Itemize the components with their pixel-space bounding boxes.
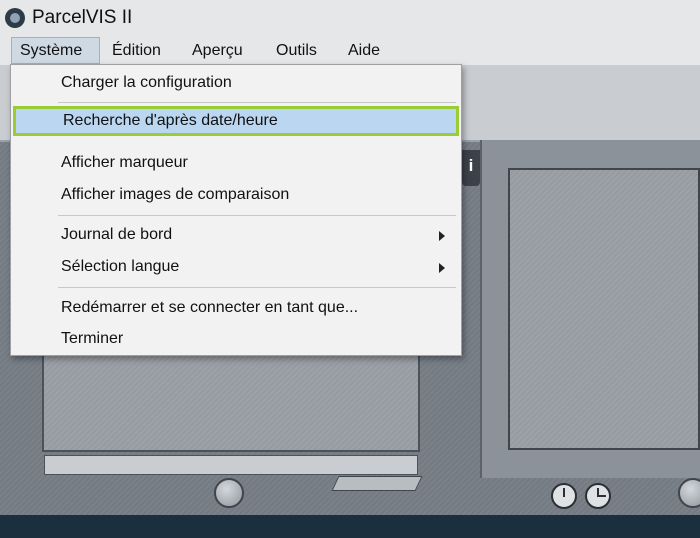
menu-item-label: Sélection langue [61,258,180,275]
submenu-arrow-icon [439,231,445,241]
menu-outils[interactable]: Outils [268,37,325,64]
menu-item-afficher-marqueur[interactable]: Afficher marqueur [11,148,461,178]
left-panel-status-bar [44,455,418,475]
clock-icon[interactable] [551,483,577,509]
menu-item-selection-langue[interactable]: Sélection langue [11,252,461,282]
menu-separator [58,287,456,288]
right-knob-button[interactable] [678,478,700,508]
submenu-arrow-icon [439,263,445,273]
menu-item-journal-de-bord[interactable]: Journal de bord [11,220,461,250]
menu-item-recherche-date-heure[interactable]: Recherche d'après date/heure [13,106,459,136]
timer-icon[interactable] [585,483,611,509]
left-image-panel [42,340,420,452]
left-slot-control [331,476,423,491]
menu-item-afficher-images-comparaison[interactable]: Afficher images de comparaison [11,180,461,210]
left-knob-button[interactable] [214,478,244,508]
menu-apercu[interactable]: Aperçu [184,37,251,64]
menu-edition[interactable]: Édition [104,37,169,64]
app-logo-icon [5,8,25,28]
menu-separator [58,102,456,103]
menu-item-charger-configuration[interactable]: Charger la configuration [11,68,461,98]
right-image-panel [508,168,700,450]
menu-aide[interactable]: Aide [340,37,388,64]
menu-item-terminer[interactable]: Terminer [11,324,461,354]
systeme-dropdown-menu: Charger la configuration Recherche d'apr… [10,64,462,356]
menu-bar: Système Édition Aperçu Outils Aide [0,37,700,65]
title-bar: ParcelVIS II [0,0,700,37]
menu-systeme[interactable]: Système [11,37,100,64]
menu-item-redemarrer[interactable]: Redémarrer et se connecter en tant que..… [11,293,461,323]
menu-separator [58,215,456,216]
app-title: ParcelVIS II [32,7,133,28]
menu-item-label: Journal de bord [61,226,173,243]
info-icon[interactable]: i [462,150,480,186]
bottom-status-bar [0,515,700,538]
